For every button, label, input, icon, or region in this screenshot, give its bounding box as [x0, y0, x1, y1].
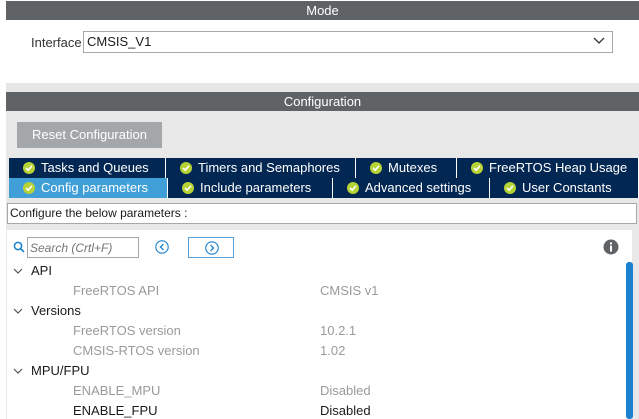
- param-row[interactable]: ENABLE_MPU Disabled: [7, 381, 623, 401]
- tab-label: User Constants: [522, 180, 612, 195]
- info-icon[interactable]: [603, 239, 619, 255]
- tabs-row-top: Tasks and Queues Timers and Semaphores M…: [9, 158, 639, 178]
- tree-group-api[interactable]: API: [7, 261, 623, 281]
- param-value: Disabled: [320, 383, 371, 398]
- search-input[interactable]: [27, 237, 139, 258]
- section-divider: [6, 83, 639, 92]
- tab-label: Tasks and Queues: [41, 160, 149, 175]
- tabs-row-bottom: Config parameters Include parameters Adv…: [9, 178, 639, 198]
- group-label: API: [31, 263, 52, 278]
- group-label: Versions: [31, 303, 81, 318]
- next-result-button[interactable]: [188, 237, 234, 258]
- param-name: ENABLE_MPU: [73, 383, 161, 398]
- group-label: MPU/FPU: [31, 363, 90, 378]
- param-value: Disabled: [320, 403, 371, 418]
- tab-config-parameters[interactable]: Config parameters: [9, 178, 168, 198]
- chevron-down-icon: [593, 37, 605, 44]
- chevron-down-icon: [13, 368, 23, 374]
- tab-label: FreeRTOS Heap Usage: [489, 160, 628, 175]
- tree-group-mpu-fpu[interactable]: MPU/FPU: [7, 361, 623, 381]
- tab-tasks-and-queues[interactable]: Tasks and Queues: [9, 158, 166, 178]
- check-circle-icon: [347, 182, 359, 194]
- param-name: ENABLE_FPU: [73, 403, 158, 418]
- param-name: FreeRTOS API: [73, 283, 160, 298]
- check-circle-icon: [180, 162, 192, 174]
- tab-advanced-settings[interactable]: Advanced settings: [333, 178, 490, 198]
- parameters-description: Configure the below parameters :: [7, 203, 637, 224]
- param-row[interactable]: ENABLE_FPU Disabled: [7, 401, 623, 419]
- tab-freertos-heap-usage[interactable]: FreeRTOS Heap Usage: [457, 158, 639, 178]
- interface-label: Interface: [31, 35, 82, 50]
- tab-label: Timers and Semaphores: [198, 160, 340, 175]
- param-row[interactable]: FreeRTOS API CMSIS v1: [7, 281, 623, 301]
- chevron-down-icon: [13, 268, 23, 274]
- tab-include-parameters[interactable]: Include parameters: [168, 178, 333, 198]
- param-value: 1.02: [320, 343, 346, 358]
- check-circle-icon: [182, 182, 194, 194]
- param-value: 10.2.1: [320, 323, 357, 338]
- next-result-icon: [205, 241, 219, 255]
- param-row[interactable]: FreeRTOS version 10.2.1: [7, 321, 623, 341]
- tab-timers-and-semaphores[interactable]: Timers and Semaphores: [166, 158, 356, 178]
- check-circle-icon: [504, 182, 516, 194]
- chevron-down-icon: [13, 308, 23, 314]
- previous-result-icon[interactable]: [154, 239, 170, 255]
- param-row[interactable]: CMSIS-RTOS version 1.02: [7, 341, 623, 361]
- check-circle-icon: [23, 162, 35, 174]
- tree-group-versions[interactable]: Versions: [7, 301, 623, 321]
- param-value: CMSIS v1: [320, 283, 379, 298]
- configuration-section-header: Configuration: [6, 92, 639, 111]
- tab-label: Advanced settings: [365, 180, 472, 195]
- search-icon: [13, 241, 25, 253]
- tab-label: Mutexes: [388, 160, 438, 175]
- mode-section-header: Mode: [6, 1, 639, 20]
- tab-user-constants[interactable]: User Constants: [490, 178, 639, 198]
- tab-label: Config parameters: [41, 180, 148, 195]
- param-name: CMSIS-RTOS version: [73, 343, 200, 358]
- interface-select-value: CMSIS_V1: [87, 34, 152, 49]
- tab-mutexes[interactable]: Mutexes: [356, 158, 457, 178]
- param-name: FreeRTOS version: [73, 323, 181, 338]
- check-circle-icon: [471, 162, 483, 174]
- reset-configuration-button[interactable]: Reset Configuration: [17, 122, 162, 148]
- check-circle-icon: [370, 162, 382, 174]
- check-circle-icon: [23, 182, 35, 194]
- vertical-scrollbar[interactable]: [626, 262, 633, 419]
- interface-select[interactable]: CMSIS_V1: [83, 31, 613, 53]
- tab-label: Include parameters: [200, 180, 312, 195]
